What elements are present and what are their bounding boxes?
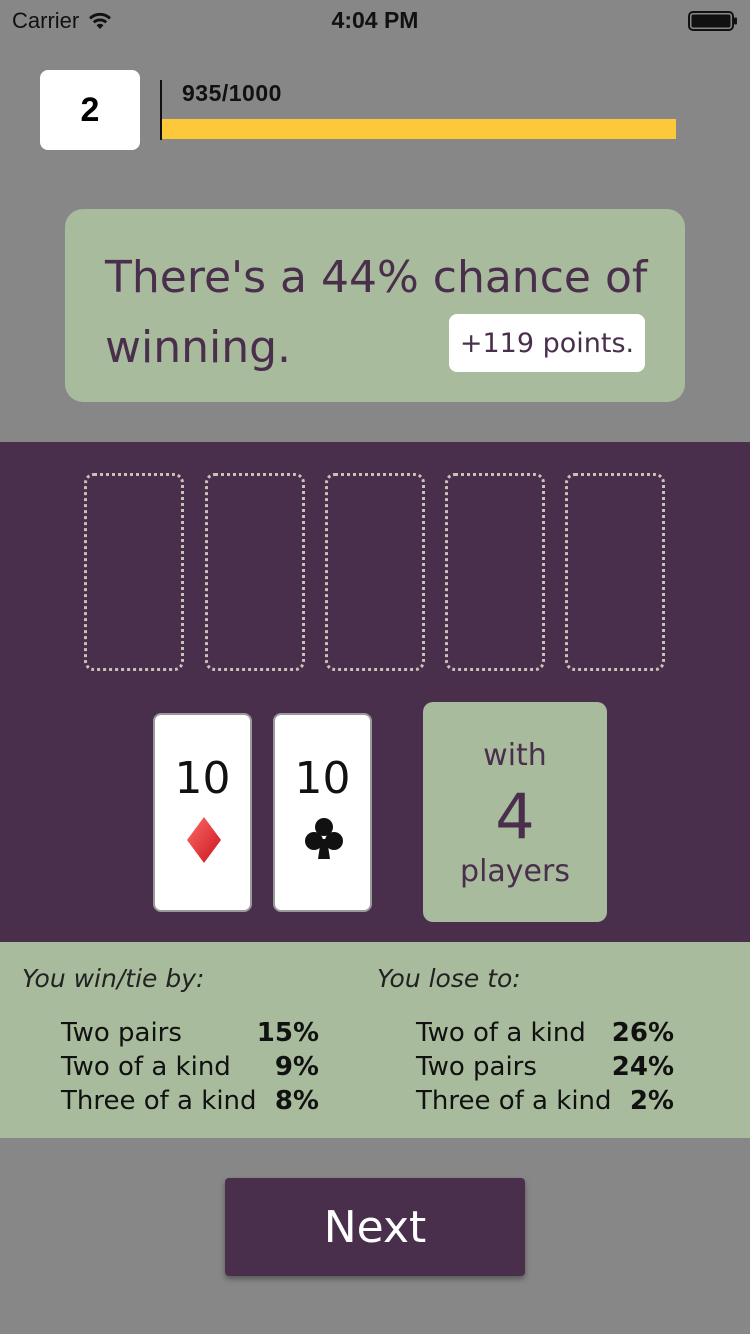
win-heading: You win/tie by:: [22, 964, 205, 993]
stat-hand-name: Two of a kind: [416, 1018, 586, 1048]
player-count-suffix: players: [460, 854, 570, 889]
stat-percentage: 9%: [274, 1052, 319, 1082]
community-card-slot: [445, 473, 545, 671]
community-card-slot: [325, 473, 425, 671]
score-progress-label: 935/1000: [182, 80, 282, 106]
stat-percentage: 24%: [611, 1052, 674, 1082]
community-card-slot: [565, 473, 665, 671]
battery-icon: [688, 11, 737, 31]
win-stat-row: Three of a kind 8%: [61, 1086, 319, 1120]
stat-percentage: 2%: [629, 1086, 674, 1116]
hand-odds-stats: You win/tie by: Two pairs 15% Two of a k…: [0, 942, 750, 1138]
stat-hand-name: Two of a kind: [61, 1052, 231, 1082]
lose-stat-row: Three of a kind 2%: [416, 1086, 674, 1120]
community-card-slot: [205, 473, 305, 671]
level-indicator: 2: [40, 70, 140, 150]
player-count-prefix: with: [483, 738, 547, 773]
poker-table: 10 10 with 4 players: [0, 442, 750, 942]
hole-card: 10: [273, 713, 372, 912]
diamond-icon: [187, 817, 221, 863]
stat-percentage: 26%: [611, 1018, 674, 1048]
stat-hand-name: Two pairs: [61, 1018, 182, 1048]
card-rank: 10: [174, 753, 231, 804]
score-progress-fill: [162, 119, 676, 139]
stat-percentage: 8%: [274, 1086, 319, 1116]
stat-hand-name: Three of a kind: [61, 1086, 257, 1116]
card-rank: 10: [294, 753, 351, 804]
status-time: 4:04 PM: [331, 7, 419, 33]
stat-percentage: 15%: [256, 1018, 319, 1048]
lose-heading: You lose to:: [377, 964, 521, 993]
hole-card: 10: [153, 713, 252, 912]
player-count-panel: with 4 players: [423, 702, 607, 922]
player-count: 4: [495, 780, 535, 853]
next-button[interactable]: Next: [225, 1178, 525, 1276]
win-stat-row: Two of a kind 9%: [61, 1052, 319, 1086]
score-progress-bar: [162, 119, 676, 139]
lose-stat-row: Two of a kind 26%: [416, 1018, 674, 1052]
points-badge: +119 points.: [449, 314, 645, 372]
club-icon: [305, 818, 343, 859]
stat-hand-name: Two pairs: [416, 1052, 537, 1082]
win-stat-row: Two pairs 15%: [61, 1018, 319, 1052]
lose-stat-row: Two pairs 24%: [416, 1052, 674, 1086]
community-card-slot: [84, 473, 184, 671]
status-bar: Carrier 4:04 PM: [0, 0, 750, 40]
win-chance-panel: There's a 44% chance of winning. +119 po…: [65, 209, 685, 402]
stat-hand-name: Three of a kind: [416, 1086, 612, 1116]
